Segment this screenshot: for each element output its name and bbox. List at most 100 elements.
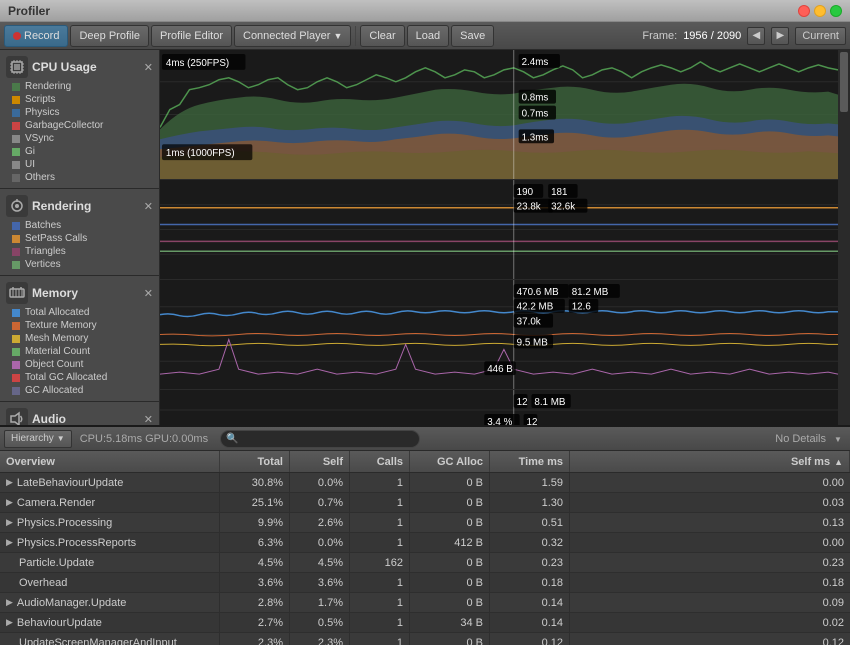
save-button[interactable]: Save: [451, 25, 494, 47]
search-container: 🔍: [220, 430, 420, 448]
legend-item: GC Allocated: [0, 384, 159, 397]
th-selfms[interactable]: Self ms ▲: [570, 451, 850, 472]
td-selfms: 0.23: [570, 553, 850, 572]
th-calls[interactable]: Calls: [350, 451, 410, 472]
memory-close-button[interactable]: ✕: [144, 287, 153, 300]
th-overview[interactable]: Overview: [0, 451, 220, 472]
next-frame-button[interactable]: ▶: [771, 27, 789, 45]
memory-title: Memory: [32, 286, 144, 300]
audio-title: Audio: [32, 412, 144, 425]
td-calls: 1: [350, 613, 410, 632]
svg-text:23.8k: 23.8k: [517, 202, 541, 213]
td-timems: 0.32: [490, 533, 570, 552]
maximize-button[interactable]: [830, 5, 842, 17]
td-name: Particle.Update: [0, 553, 220, 572]
svg-text:42.2 MB: 42.2 MB: [517, 302, 554, 313]
legend-item: Total GC Allocated: [0, 371, 159, 384]
td-calls: 1: [350, 573, 410, 592]
expand-arrow[interactable]: ▶: [6, 617, 13, 628]
hierarchy-dropdown[interactable]: Hierarchy ▼: [4, 430, 72, 448]
connected-player-button[interactable]: Connected Player ▼: [234, 25, 351, 47]
rendering-icon: [6, 195, 28, 217]
table-row[interactable]: ▶ AudioManager.Update 2.8% 1.7% 1 0 B 0.…: [0, 593, 850, 613]
td-self: 0.0%: [290, 533, 350, 552]
td-gcalloc: 0 B: [410, 473, 490, 492]
td-selfms: 0.09: [570, 593, 850, 612]
td-gcalloc: 0 B: [410, 633, 490, 645]
toolbar: Record Deep Profile Profile Editor Conne…: [0, 22, 850, 50]
toolbar-separator: [355, 26, 356, 46]
legend-item: Rendering: [0, 80, 159, 93]
svg-text:32.6k: 32.6k: [551, 202, 575, 213]
th-timems[interactable]: Time ms: [490, 451, 570, 472]
td-total: 6.3%: [220, 533, 290, 552]
td-total: 2.3%: [220, 633, 290, 645]
td-gcalloc: 0 B: [410, 493, 490, 512]
audio-icon: [6, 408, 28, 425]
svg-text:446 B: 446 B: [487, 364, 513, 375]
record-button[interactable]: Record: [4, 25, 68, 47]
table-row[interactable]: Particle.Update 4.5% 4.5% 162 0 B 0.23 0…: [0, 553, 850, 573]
td-total: 30.8%: [220, 473, 290, 492]
td-calls: 162: [350, 553, 410, 572]
td-name: ▶ Physics.Processing: [0, 513, 220, 532]
td-total: 2.7%: [220, 613, 290, 632]
svg-text:2.4ms: 2.4ms: [522, 57, 549, 68]
td-name: ▶ Camera.Render: [0, 493, 220, 512]
td-total: 25.1%: [220, 493, 290, 512]
expand-arrow[interactable]: ▶: [6, 517, 13, 528]
load-button[interactable]: Load: [407, 25, 449, 47]
table-row[interactable]: ▶ Physics.Processing 9.9% 2.6% 1 0 B 0.5…: [0, 513, 850, 533]
audio-close-button[interactable]: ✕: [144, 413, 153, 426]
hierarchy-dropdown-arrow: ▼: [57, 434, 65, 443]
th-total[interactable]: Total: [220, 451, 290, 472]
svg-text:12: 12: [517, 397, 528, 408]
rendering-graph: 190 23.8k 181 32.6k: [160, 180, 838, 280]
audio-graph: 12 8.1 MB 3.4 % 12: [160, 390, 838, 425]
expand-arrow[interactable]: ▶: [6, 597, 13, 608]
table-header: Overview Total Self Calls GC Alloc Time …: [0, 451, 850, 473]
rendering-close-button[interactable]: ✕: [144, 200, 153, 213]
memory-section-label: Memory ✕ Total AllocatedTexture MemoryMe…: [0, 276, 159, 402]
td-gcalloc: 0 B: [410, 573, 490, 592]
table-row[interactable]: ▶ LateBehaviourUpdate 30.8% 0.0% 1 0 B 1…: [0, 473, 850, 493]
expand-arrow[interactable]: ▶: [6, 477, 13, 488]
th-gcalloc[interactable]: GC Alloc: [410, 451, 490, 472]
svg-text:9.5 MB: 9.5 MB: [517, 337, 549, 348]
table-row[interactable]: ▶ BehaviourUpdate 2.7% 0.5% 1 34 B 0.14 …: [0, 613, 850, 633]
cpu-gpu-info: CPU:5.18ms GPU:0.00ms: [80, 433, 208, 445]
deep-profile-button[interactable]: Deep Profile: [70, 25, 149, 47]
prev-frame-button[interactable]: ◀: [747, 27, 765, 45]
cpu-close-button[interactable]: ✕: [144, 61, 153, 74]
th-self[interactable]: Self: [290, 451, 350, 472]
clear-button[interactable]: Clear: [360, 25, 404, 47]
expand-arrow[interactable]: ▶: [6, 497, 13, 508]
profile-editor-button[interactable]: Profile Editor: [151, 25, 232, 47]
current-badge[interactable]: Current: [795, 27, 846, 45]
bottom-table-area: Hierarchy ▼ CPU:5.18ms GPU:0.00ms 🔍 No D…: [0, 425, 850, 645]
table-row[interactable]: Overhead 3.6% 3.6% 1 0 B 0.18 0.18: [0, 573, 850, 593]
table-row[interactable]: ▶ Camera.Render 25.1% 0.7% 1 0 B 1.30 0.…: [0, 493, 850, 513]
audio-section-label: Audio ✕ Playing Audio SourcesAudio Voice…: [0, 402, 159, 425]
rendering-section-label: Rendering ✕ BatchesSetPass CallsTriangle…: [0, 189, 159, 276]
td-timems: 1.59: [490, 473, 570, 492]
legend-item: Object Count: [0, 358, 159, 371]
td-timems: 0.18: [490, 573, 570, 592]
svg-text:3.4 %: 3.4 %: [487, 417, 512, 425]
td-self: 2.3%: [290, 633, 350, 645]
minimize-button[interactable]: [814, 5, 826, 17]
details-dropdown-arrow[interactable]: ▼: [834, 433, 846, 445]
title-label: Profiler: [8, 4, 794, 18]
sort-icon: ▲: [834, 457, 843, 467]
legend-item: Material Count: [0, 345, 159, 358]
table-row[interactable]: ▶ Physics.ProcessReports 6.3% 0.0% 1 412…: [0, 533, 850, 553]
legend-item: Total Allocated: [0, 306, 159, 319]
table-row[interactable]: UpdateScreenManagerAndInput 2.3% 2.3% 1 …: [0, 633, 850, 645]
search-input[interactable]: [220, 430, 420, 448]
td-selfms: 0.02: [570, 613, 850, 632]
expand-arrow[interactable]: ▶: [6, 537, 13, 548]
td-selfms: 0.13: [570, 513, 850, 532]
graphs-scrollbar[interactable]: [838, 50, 850, 425]
close-button[interactable]: [798, 5, 810, 17]
graphs-scrollbar-thumb[interactable]: [840, 52, 848, 112]
